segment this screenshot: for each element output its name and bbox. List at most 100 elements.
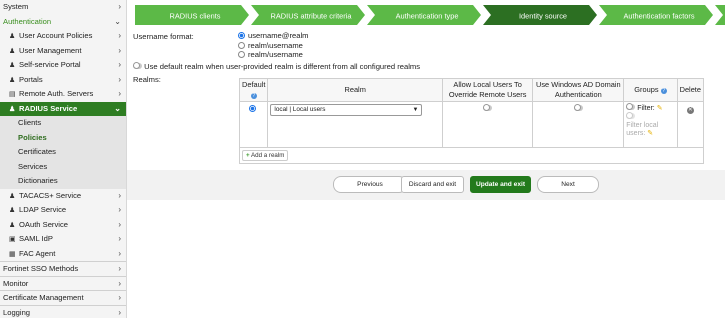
chevron-right-icon: › [118,234,121,243]
sidebar-item-user-account-policies[interactable]: ♟ User Account Policies › [0,29,126,44]
group-filter: Filter: ✎ Filter local users: ✎ [626,103,674,138]
sidebar-item-label: Dictionaries [18,176,58,185]
wizard-step-label: RADIUS clients [170,12,221,21]
realms-table: Default ? Realm Allow Local Users To Ove… [238,78,705,164]
key-icon: ▣ [9,236,16,243]
cell-realm: local | Local users ▼ [267,101,443,148]
chevron-right-icon: › [118,45,121,55]
radio-indicator[interactable] [238,42,245,49]
windows-ad-toggle[interactable] [573,104,583,111]
portal-icon: ♟ [9,62,16,69]
sidebar-item-label: Authentication [3,16,52,26]
radio-indicator[interactable] [238,32,245,39]
add-row: + Add a realm [239,147,704,164]
sidebar-item-label: Self-service Portal [19,60,81,69]
previous-button[interactable]: Previous [333,176,407,193]
wizard-step-authentication-type[interactable]: Authentication type [367,5,481,25]
wizard-step-shape [715,5,725,25]
filter-local-toggle[interactable] [626,112,636,119]
sidebar-item-label: Clients [18,118,42,127]
sidebar-item-label: System [3,2,29,11]
wizard-footer: Previous Discard and exit Update and exi… [127,170,725,200]
header-default-label: Default [242,80,266,89]
sidebar-item-label: SAML IdP [19,234,53,243]
sidebar-nav: System › Authentication ⌄ ♟ User Account Poli… [0,0,127,318]
portal-icon: ♟ [9,76,16,84]
sidebar-item-label: TACACS+ Service [19,190,82,200]
realm-select-value: local | Local users [274,106,326,113]
sidebar-item-dictionaries[interactable]: Dictionaries [0,174,126,189]
help-icon[interactable]: ? [660,88,667,94]
sidebar-item-user-management[interactable]: ♟ User Management › [0,44,126,59]
sidebar-item-certificates[interactable]: Certificates [0,145,126,160]
radio-indicator[interactable] [238,51,245,58]
sidebar-item-services[interactable]: Services [0,159,126,174]
header-windows-ad: Use Windows AD Domain Authentication [532,78,625,102]
username-format-label: Username format: [133,32,194,41]
sidebar-item-certificate-management[interactable]: Certificate Management › [0,290,126,305]
sidebar-item-ldap-service[interactable]: ♟ LDAP Service › [0,203,126,218]
sidebar-item-label: Certificates [18,147,56,156]
chevron-down-icon: ▼ [412,107,419,113]
sidebar-item-saml-idp[interactable]: ▣ SAML IdP › [0,232,126,247]
sidebar-item-policies[interactable]: Policies [0,130,126,145]
user-icon: ♟ [9,221,16,229]
user-icon: ♟ [9,207,16,214]
cell-add: + Add a realm [239,147,704,164]
realm-select[interactable]: local | Local users ▼ [270,104,423,116]
sidebar-item-fac-agent[interactable]: ▦ FAC Agent › [0,247,126,262]
sidebar-item-radius-service[interactable]: ♟ RADIUS Service ⌄ [0,101,126,116]
sidebar-item-clients[interactable]: Clients [0,116,126,131]
wizard-step-label: Authentication type [396,12,459,21]
chevron-right-icon: › [118,307,121,317]
discard-button[interactable]: Discard and exit [401,176,464,193]
header-realm: Realm [267,78,443,102]
radio-username-at-realm[interactable]: username@realm [238,31,308,40]
header-allow-local: Allow Local Users To Override Remote Use… [441,78,534,102]
wizard-step-authentication-factors[interactable]: Authentication factors [599,5,713,25]
radio-realm-slash-username[interactable]: realm/username [238,50,303,59]
chevron-right-icon: › [118,248,121,258]
radio-label: realm/username [248,50,303,59]
chevron-right-icon: › [118,74,121,84]
chevron-right-icon: › [118,190,121,200]
sidebar-item-monitor[interactable]: Monitor › [0,275,126,291]
sidebar-item-authentication[interactable]: Authentication ⌄ [0,15,126,30]
filter-toggle[interactable] [626,103,636,110]
default-realm-toggle[interactable] [133,62,142,69]
wizard-step-label: Authentication factors [623,12,694,21]
sidebar-item-remote-auth-servers[interactable]: ▤ Remote Auth. Servers › [0,87,126,102]
help-icon[interactable]: ? [250,93,257,99]
sidebar-item-portals[interactable]: ♟ Portals › [0,73,126,88]
add-realm-button[interactable]: + Add a realm [242,150,289,161]
add-realm-label: Add a realm [251,152,285,159]
default-realm-radio[interactable] [248,105,256,112]
next-button[interactable]: Next [537,176,599,193]
sidebar-item-tacacs-service[interactable]: ♟ TACACS+ Service › [0,189,126,204]
wizard-step-ra[interactable]: RA [715,5,725,25]
wizard-step-identity-source[interactable]: Identity source [483,5,597,25]
sidebar-item-logging[interactable]: Logging › [0,304,126,318]
wizard-step-radius-clients[interactable]: RADIUS clients [135,5,249,25]
pencil-icon[interactable]: ✎ [647,130,653,137]
sidebar-item-system[interactable]: System › [0,0,126,15]
update-exit-button[interactable]: Update and exit [470,176,531,193]
filter-local-users-label: Filter local users: [626,122,659,137]
radio-realm-backslash-username[interactable]: realm\username [238,41,303,50]
pencil-icon[interactable]: ✎ [657,105,663,112]
chevron-right-icon: › [118,278,121,288]
sidebar-item-label: User Account Policies [19,31,93,40]
chevron-right-icon: › [118,219,121,229]
sidebar-item-label: FAC Agent [19,248,56,258]
sidebar-item-self-service-portal[interactable]: ♟ Self-service Portal › [0,58,126,73]
default-realm-option[interactable]: Use default realm when user-provided rea… [133,62,420,71]
sidebar-item-label: Logging [3,307,31,317]
user-icon: ♟ [9,192,16,200]
allow-local-toggle[interactable] [483,104,493,111]
delete-icon[interactable]: ✕ [686,107,694,114]
sidebar-item-label: Certificate Management [3,293,84,302]
wizard-step-radius-attribute-criteria[interactable]: RADIUS attribute criteria [251,5,365,25]
sidebar-item-fortinet-sso-methods[interactable]: Fortinet SSO Methods › [0,261,126,276]
sidebar-item-oauth-service[interactable]: ♟ OAuth Service › [0,218,126,233]
cell-windows-ad [532,101,625,148]
